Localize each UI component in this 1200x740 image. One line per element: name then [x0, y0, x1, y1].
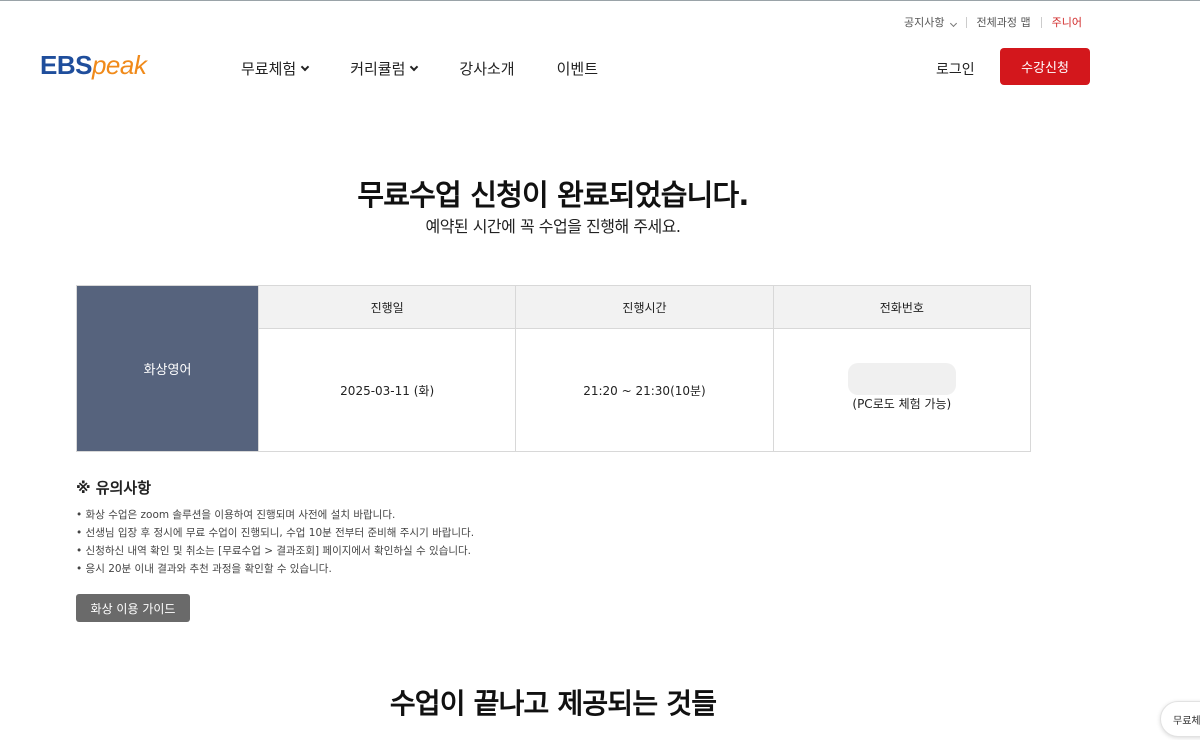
- notice-link[interactable]: 공지사항: [904, 14, 957, 30]
- main-nav: 무료체험 커리큘럼 강사소개 이벤트: [241, 58, 640, 79]
- utility-nav: 공지사항 전체과정 맵 주니어: [904, 14, 1082, 30]
- table-header: 진행일: [259, 286, 516, 329]
- chevron-down-icon: [949, 19, 957, 28]
- nav-label: 강사소개: [459, 60, 515, 78]
- notice-title: ※ 유의사항: [76, 479, 152, 497]
- notice-list: • 화상 수업은 zoom 솔루션을 이용하여 진행되며 사전에 설치 바랍니다…: [76, 506, 474, 578]
- list-item: • 응시 20분 이내 결과와 추천 과정을 확인할 수 있습니다.: [76, 563, 332, 575]
- chevron-down-icon: [300, 62, 310, 71]
- nav-label: 커리큘럼: [350, 60, 406, 78]
- time-value: 21:20 ~ 21:30(10분): [583, 383, 706, 398]
- list-item: • 선생님 입장 후 정시에 무료 수업이 진행되니, 수업 10분 전부터 준…: [76, 527, 475, 539]
- phone-note: (PC로도 체험 가능): [852, 396, 952, 411]
- divider: [1040, 16, 1042, 28]
- list-item: • 화상 수업은 zoom 솔루션을 이용하여 진행되며 사전에 설치 바랍니다…: [76, 509, 396, 521]
- date-value: 2025-03-11 (화): [340, 383, 435, 398]
- nav-item-free-trial[interactable]: 무료체험: [241, 58, 310, 79]
- phone-column: 전화번호 (PC로도 체험 가능): [772, 286, 1030, 451]
- top-border: [0, 0, 1200, 1]
- blurred-phone-number: [847, 362, 956, 395]
- list-item: • 신청하신 내역 확인 및 취소는 [무료수업 > 결과조회] 페이지에서 확…: [76, 545, 472, 557]
- logo-peak-text: peak: [91, 50, 147, 80]
- course-cell: 화상영어: [77, 286, 258, 451]
- date-column: 진행일 2025-03-11 (화): [258, 286, 516, 451]
- divider: [965, 16, 967, 28]
- phone-cell: (PC로도 체험 가능): [774, 329, 1030, 451]
- time-column: 진행시간 21:20 ~ 21:30(10분): [515, 286, 773, 451]
- junior-link[interactable]: 주니어: [1052, 14, 1082, 30]
- nav-label: 무료체험: [241, 60, 297, 78]
- logo-ebs-text: EBS: [40, 50, 92, 80]
- table-header: 진행시간: [516, 286, 773, 329]
- chevron-down-icon: [410, 62, 419, 71]
- nav-item-curriculum[interactable]: 커리큘럼: [350, 58, 419, 79]
- page-subtitle: 예약된 시간에 꼭 수업을 진행해 주세요.: [425, 217, 681, 236]
- nav-item-instructors[interactable]: 강사소개: [459, 58, 514, 79]
- login-link[interactable]: 로그인: [936, 59, 975, 79]
- section-title: 수업이 끝나고 제공되는 것들: [389, 687, 717, 720]
- nav-item-events[interactable]: 이벤트: [557, 58, 598, 79]
- nav-label: 이벤트: [556, 60, 599, 78]
- table-header: 전화번호: [773, 286, 1030, 329]
- page-title: 무료수업 신청이 완료되었습니다.: [357, 178, 749, 212]
- reservation-table: 화상영어 진행일 2025-03-11 (화) 진행시간 21:20 ~ 21:…: [76, 285, 1031, 452]
- course-map-link[interactable]: 전체과정 맵: [977, 14, 1031, 30]
- apply-button[interactable]: 수강신청: [1000, 48, 1090, 85]
- ebspeak-logo[interactable]: EBSpeak: [40, 50, 147, 81]
- floating-free-trial-button[interactable]: 무료체: [1160, 701, 1200, 737]
- video-guide-button[interactable]: 화상 이용 가이드: [76, 594, 190, 622]
